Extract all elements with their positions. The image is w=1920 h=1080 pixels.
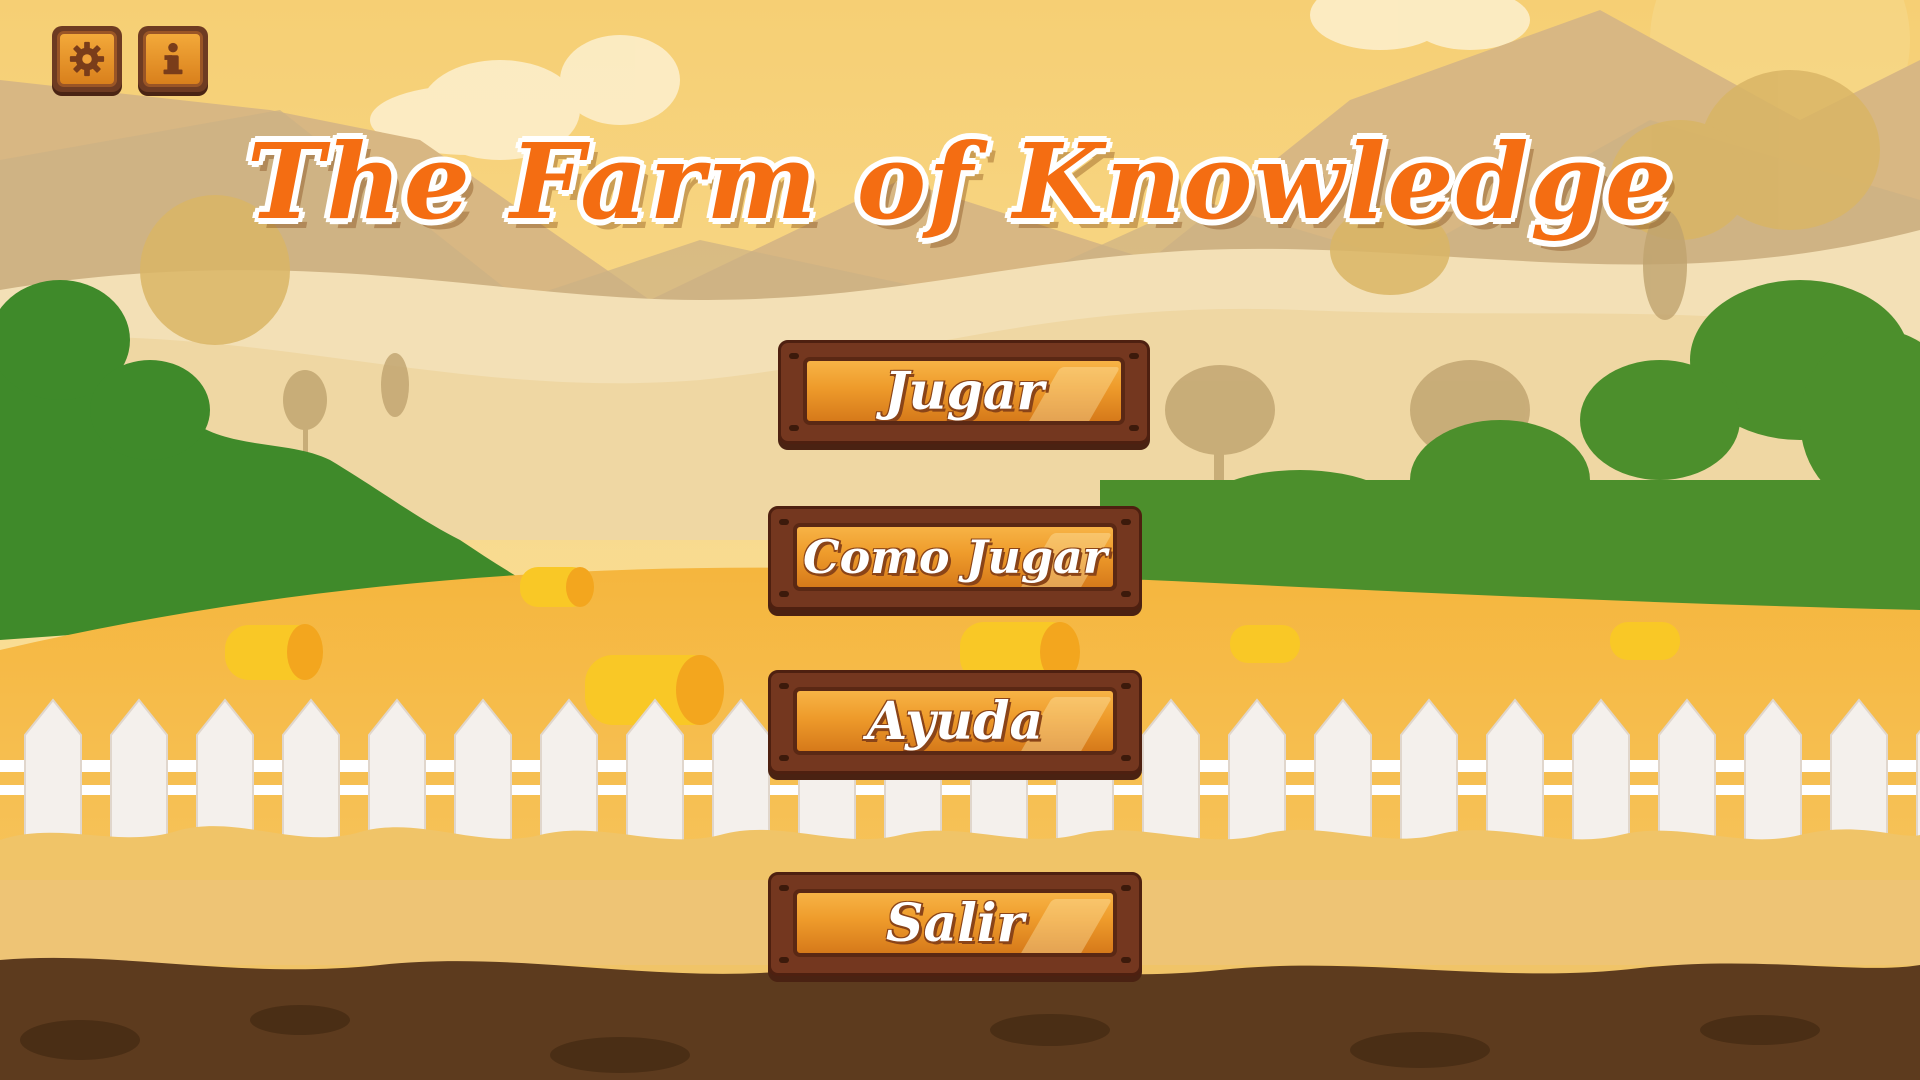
- info-button[interactable]: [138, 26, 208, 92]
- gear-icon: [68, 40, 106, 78]
- how-to-play-button[interactable]: Como Jugar: [768, 506, 1142, 610]
- settings-button[interactable]: [52, 26, 122, 92]
- exit-button[interactable]: Salir: [768, 872, 1142, 976]
- play-button-label: Jugar: [884, 360, 1044, 422]
- how-to-play-button-label: Como Jugar: [802, 530, 1108, 584]
- game-title: The Farm of Knowledge: [246, 120, 1674, 243]
- info-icon: [156, 40, 190, 78]
- play-button[interactable]: Jugar: [778, 340, 1150, 444]
- exit-button-label: Salir: [885, 892, 1025, 954]
- help-button-label: Ayuda: [866, 690, 1044, 752]
- fence-picket: [1744, 698, 1802, 861]
- help-button[interactable]: Ayuda: [768, 670, 1142, 774]
